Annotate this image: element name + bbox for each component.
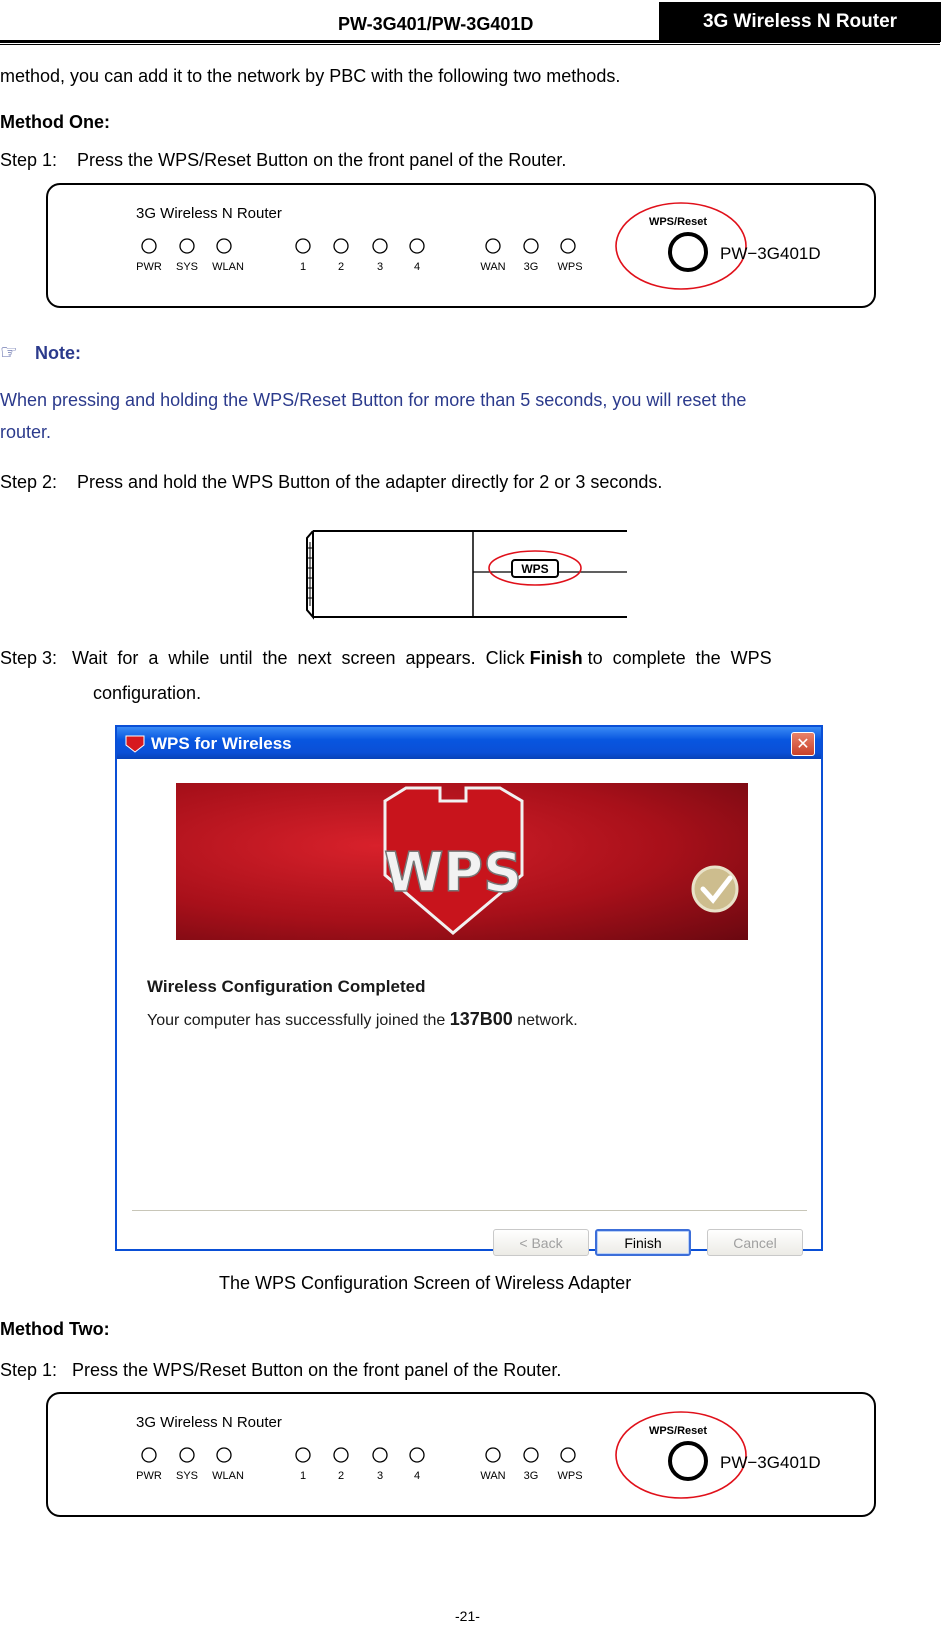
led-label-sys-2: SYS: [176, 1470, 198, 1482]
port-label-2-2: 2: [338, 1470, 344, 1482]
router-model-label: PW−3G401D: [720, 244, 821, 263]
dialog-body: WPS Wireless Configuration Completed You…: [117, 759, 821, 1256]
led-label-wps-2: WPS: [557, 1470, 582, 1482]
method-two-heading: Method Two:: [0, 1319, 110, 1339]
router-front-panel: 3G Wireless N Router PWR SYS WLAN 1 2 3 …: [46, 183, 876, 308]
led-label-sys: SYS: [176, 261, 198, 273]
dialog-titlebar: WPS for Wireless ✕: [117, 727, 821, 759]
dialog-message-text: Your computer has successfully joined th…: [147, 1012, 450, 1029]
header-product-tab: 3G Wireless N Router: [659, 2, 941, 42]
led-label-pwr: PWR: [136, 261, 162, 273]
wps-reset-label: WPS/Reset: [649, 216, 707, 228]
step3-finish-word: Finish: [529, 648, 583, 668]
led-label-wan-2: WAN: [480, 1470, 505, 1482]
led-label-pwr-2: PWR: [136, 1470, 162, 1482]
router-led-circles: [141, 238, 576, 254]
method-one-step3: Step 3: Wait for a while until the next …: [0, 648, 772, 669]
wps-reset-label-2: WPS/Reset: [649, 1425, 707, 1437]
router-model-label-2: PW−3G401D: [720, 1453, 821, 1472]
usb-adapter-drawing: WPS: [306, 530, 627, 620]
method-one-step1: Step 1: Press the WPS/Reset Button on th…: [0, 150, 567, 170]
router-led-circles-2: [141, 1447, 576, 1463]
step3-text-end: to complete the WPS: [582, 648, 772, 668]
checkmark-icon: [691, 865, 739, 913]
header-divider-thin: [0, 44, 940, 45]
note-line-1: When pressing and holding the WPS/Reset …: [0, 390, 747, 410]
led-label-3g-2: 3G: [524, 1470, 539, 1482]
port-label-4-2: 4: [414, 1470, 420, 1482]
page-number: -21-: [455, 1608, 480, 1624]
network-name: 137B00: [449, 1009, 513, 1029]
router-panel-drawing-2: 3G Wireless N Router PWR SYS WLAN 1 2 3 …: [136, 1411, 821, 1499]
wps-reset-button-2[interactable]: [668, 1441, 708, 1481]
wps-app-icon: [125, 735, 145, 753]
router-panel-drawing: 3G Wireless N Router PWR SYS WLAN 1 2 3 …: [136, 202, 821, 290]
wps-dialog-window: WPS for Wireless ✕ WPS Wireless Configur…: [115, 725, 823, 1256]
wps-logo-text: WPS: [384, 841, 522, 904]
cancel-button[interactable]: Cancel: [707, 1229, 803, 1256]
port-label-4: 4: [414, 261, 420, 273]
figure-caption: The WPS Configuration Screen of Wireless…: [219, 1273, 632, 1293]
wps-shield-logo: WPS: [383, 786, 739, 935]
dialog-message: Your computer has successfully joined th…: [147, 1009, 578, 1030]
dialog-separator: [132, 1210, 807, 1212]
adapter-wps-label: WPS: [521, 562, 548, 576]
led-label-wlan-2: WLAN: [212, 1470, 244, 1482]
note-line-2: router.: [0, 422, 52, 442]
intro-text: method, you can add it to the network by…: [0, 66, 621, 86]
back-button[interactable]: < Back: [493, 1229, 589, 1256]
step3-line2: configuration.: [93, 683, 202, 703]
led-label-wan: WAN: [480, 261, 505, 273]
close-icon[interactable]: ✕: [791, 732, 815, 756]
router-panel-title-2: 3G Wireless N Router: [136, 1414, 282, 1431]
finish-button[interactable]: Finish: [595, 1229, 691, 1256]
port-label-1: 1: [300, 261, 306, 273]
header-model: PW-3G401/PW-3G401D: [338, 14, 534, 34]
port-label-1-2: 1: [300, 1470, 306, 1482]
led-label-3g: 3G: [524, 261, 539, 273]
port-label-3-2: 3: [377, 1470, 383, 1482]
port-label-3: 3: [377, 261, 383, 273]
dialog-message-end: network.: [512, 1012, 578, 1029]
pointing-hand-icon: ☞: [0, 342, 18, 364]
method-one-heading: Method One:: [0, 112, 110, 132]
wps-banner: WPS: [176, 783, 748, 940]
led-label-wps: WPS: [557, 261, 582, 273]
wps-reset-button[interactable]: [668, 232, 708, 272]
method-two-step1: Step 1: Press the WPS/Reset Button on th…: [0, 1360, 562, 1380]
dialog-title: WPS for Wireless: [151, 734, 292, 753]
led-label-wlan: WLAN: [212, 261, 244, 273]
router-panel-title: 3G Wireless N Router: [136, 205, 282, 222]
port-label-2: 2: [338, 261, 344, 273]
note-label: Note:: [34, 343, 81, 363]
step3-text: Step 3: Wait for a while until the next …: [0, 648, 530, 668]
note-heading: ☞ Note:: [0, 340, 81, 365]
method-one-step2: Step 2: Press and hold the WPS Button of…: [0, 472, 663, 492]
header-divider: [0, 40, 940, 43]
dialog-heading: Wireless Configuration Completed: [147, 977, 426, 996]
router-front-panel-2: 3G Wireless N Router PWR SYS WLAN 1 2 3 …: [46, 1392, 876, 1517]
